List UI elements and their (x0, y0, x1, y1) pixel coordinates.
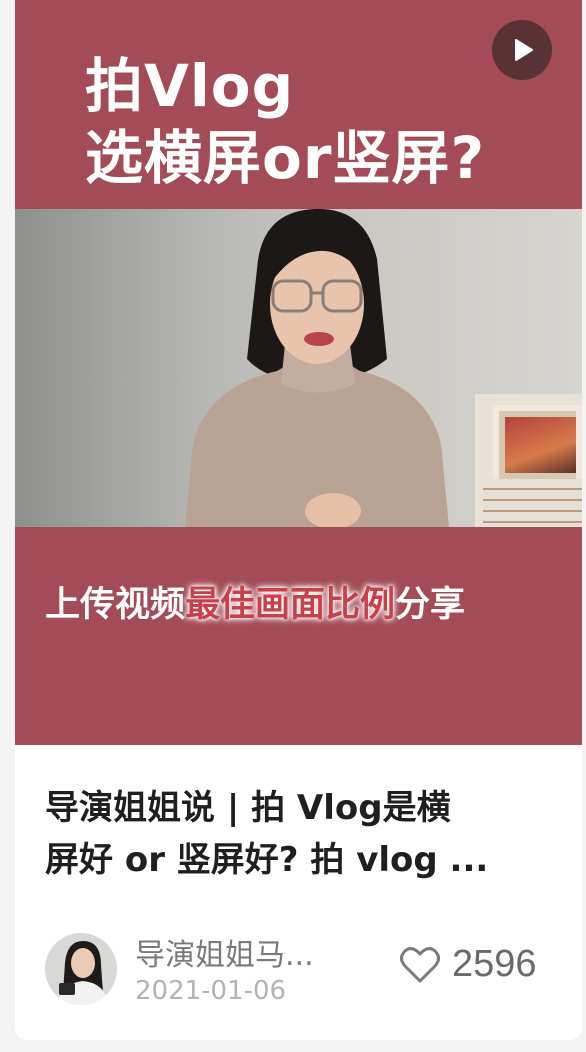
video-card[interactable]: 拍Vlog 选横屏or竖屏? 上传视频最佳画面比例分享 导演姐姐说 | 拍 Vl… (15, 0, 582, 1040)
thumbnail-caption: 上传视频最佳画面比例分享 (45, 582, 465, 628)
like-button[interactable]: 2596 (400, 943, 537, 986)
picture-frame (493, 405, 582, 485)
play-button[interactable] (492, 20, 552, 80)
post-title-line1: 导演姐姐说 | 拍 Vlog是横 (45, 788, 451, 828)
post-title-line2: 屏好 or 竖屏好? 拍 vlog ... (45, 840, 489, 880)
play-icon (515, 39, 533, 61)
author-name[interactable]: 导演姐姐马... (135, 930, 314, 974)
thumbnail-headline-line2: 选横屏or竖屏? (85, 124, 486, 192)
caption-prefix: 上传视频 (45, 585, 186, 625)
thumbnail-photo (15, 209, 582, 527)
book-stack (483, 479, 582, 527)
avatar-image (45, 933, 117, 1005)
heart-outline-icon (400, 946, 440, 982)
caption-highlight: 最佳画面比例 (185, 585, 396, 625)
like-count: 2596 (452, 943, 537, 985)
thumbnail-headline-line1: 拍Vlog (85, 52, 295, 120)
author-avatar[interactable] (45, 933, 117, 1005)
post-date: 2021-01-06 (135, 976, 287, 1006)
post-title[interactable]: 导演姐姐说 | 拍 Vlog是横 屏好 or 竖屏好? 拍 vlog ... (45, 782, 540, 886)
video-thumbnail[interactable]: 拍Vlog 选横屏or竖屏? 上传视频最佳画面比例分享 (15, 0, 582, 745)
caption-suffix: 分享 (395, 585, 466, 625)
thumbnail-headline: 拍Vlog 选横屏or竖屏? (85, 50, 485, 194)
